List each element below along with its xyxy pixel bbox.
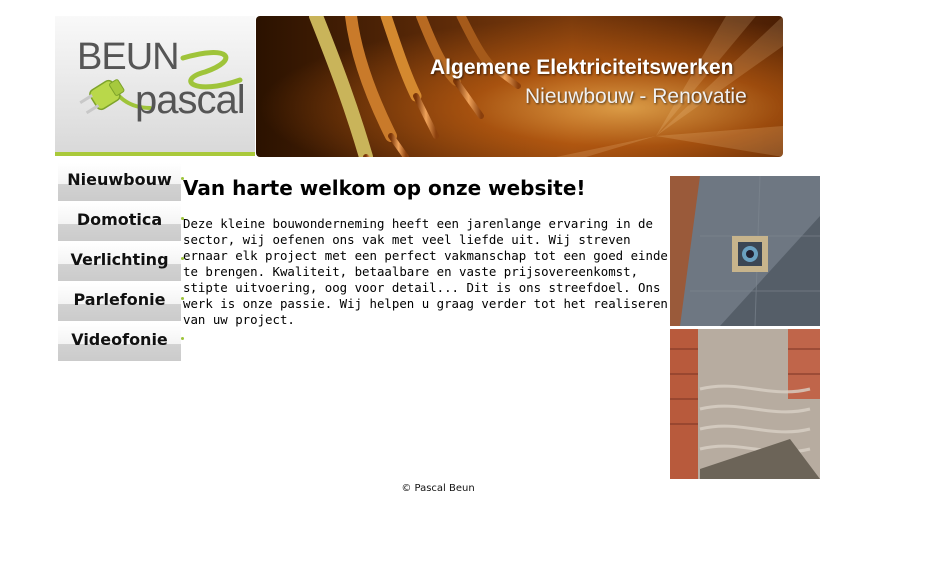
banner-title: Algemene Elektriciteitswerken [430,56,734,79]
nav-item-label: Videofonie [71,330,168,349]
nav-item-parlefonie[interactable]: Parlefonie [58,283,184,321]
logo-line-1: BEUN [77,36,180,78]
floor-outlet-photo [670,176,820,326]
nav-item-label: Domotica [76,210,163,229]
nav-item-label: Nieuwbouw [67,170,172,189]
header-banner: Algemene Elektriciteitswerken Nieuwbouw … [256,16,783,157]
main-navigation: Nieuwbouw Domotica Verlichting Parlefoni… [58,163,184,363]
nav-item-label: Parlefonie [73,290,166,309]
nav-item-domotica[interactable]: Domotica [58,203,184,241]
intro-paragraph: Deze kleine bouwonderneming heeft een ja… [183,216,668,327]
floor-heating-photo [670,329,820,479]
nav-item-videofonie[interactable]: Videofonie [58,323,184,361]
logo-line-2: pascal [135,78,246,122]
page-heading: Van harte welkom op onze website! [183,176,586,200]
copyright-text: © Pascal Beun [401,483,475,494]
nav-item-verlichting[interactable]: Verlichting [58,243,184,281]
nav-item-label: Verlichting [70,250,169,269]
banner-subtitle: Nieuwbouw - Renovatie [525,85,747,108]
footer: © Pascal Beun [0,483,876,494]
main-content: Van harte welkom op onze website! Deze k… [183,176,668,328]
site-logo[interactable]: BEUN pascal [55,16,255,156]
nav-item-nieuwbouw[interactable]: Nieuwbouw [58,163,184,201]
